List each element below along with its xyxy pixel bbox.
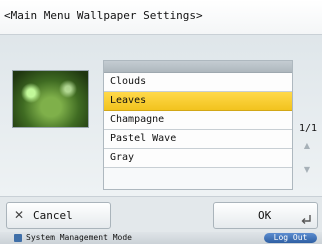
wallpaper-option-clouds[interactable]: Clouds	[104, 73, 292, 92]
cancel-label: Cancel	[33, 209, 73, 222]
page-indicator: 1/1	[299, 123, 318, 134]
status-bar: System Management Mode Log Out	[0, 232, 322, 244]
page-title: <Main Menu Wallpaper Settings>	[4, 9, 203, 22]
id-card-icon	[14, 234, 22, 242]
wallpaper-option-champagne[interactable]: Champagne	[104, 111, 292, 130]
return-icon	[300, 209, 312, 234]
arrow-down-icon: ▼	[303, 165, 311, 174]
wallpaper-option-pastel-wave[interactable]: Pastel Wave	[104, 130, 292, 149]
empty-list-row	[104, 168, 292, 186]
footer-bar: ✕ Cancel OK	[0, 196, 322, 233]
wallpaper-option-gray[interactable]: Gray	[104, 149, 292, 168]
status-mode-text: System Management Mode	[26, 233, 132, 242]
close-icon: ✕	[14, 208, 25, 222]
wallpaper-settings-screen: <Main Menu Wallpaper Settings> Clouds Le…	[0, 0, 322, 244]
main-panel: Clouds Leaves Champagne Pastel Wave Gray…	[0, 35, 322, 196]
ok-label: OK	[258, 209, 272, 222]
wallpaper-preview	[12, 70, 89, 128]
logout-button[interactable]: Log Out	[264, 233, 317, 243]
scroll-up-button[interactable]: ▲	[296, 136, 318, 156]
cancel-button[interactable]: ✕ Cancel	[6, 202, 111, 229]
wallpaper-list: Clouds Leaves Champagne Pastel Wave Gray	[103, 60, 293, 190]
wallpaper-option-leaves[interactable]: Leaves	[104, 92, 292, 111]
arrow-up-icon: ▲	[303, 141, 311, 150]
header-bar: <Main Menu Wallpaper Settings>	[0, 0, 322, 35]
scroll-down-button[interactable]: ▼	[296, 160, 318, 180]
list-header	[104, 61, 292, 73]
ok-button[interactable]: OK	[213, 202, 318, 229]
